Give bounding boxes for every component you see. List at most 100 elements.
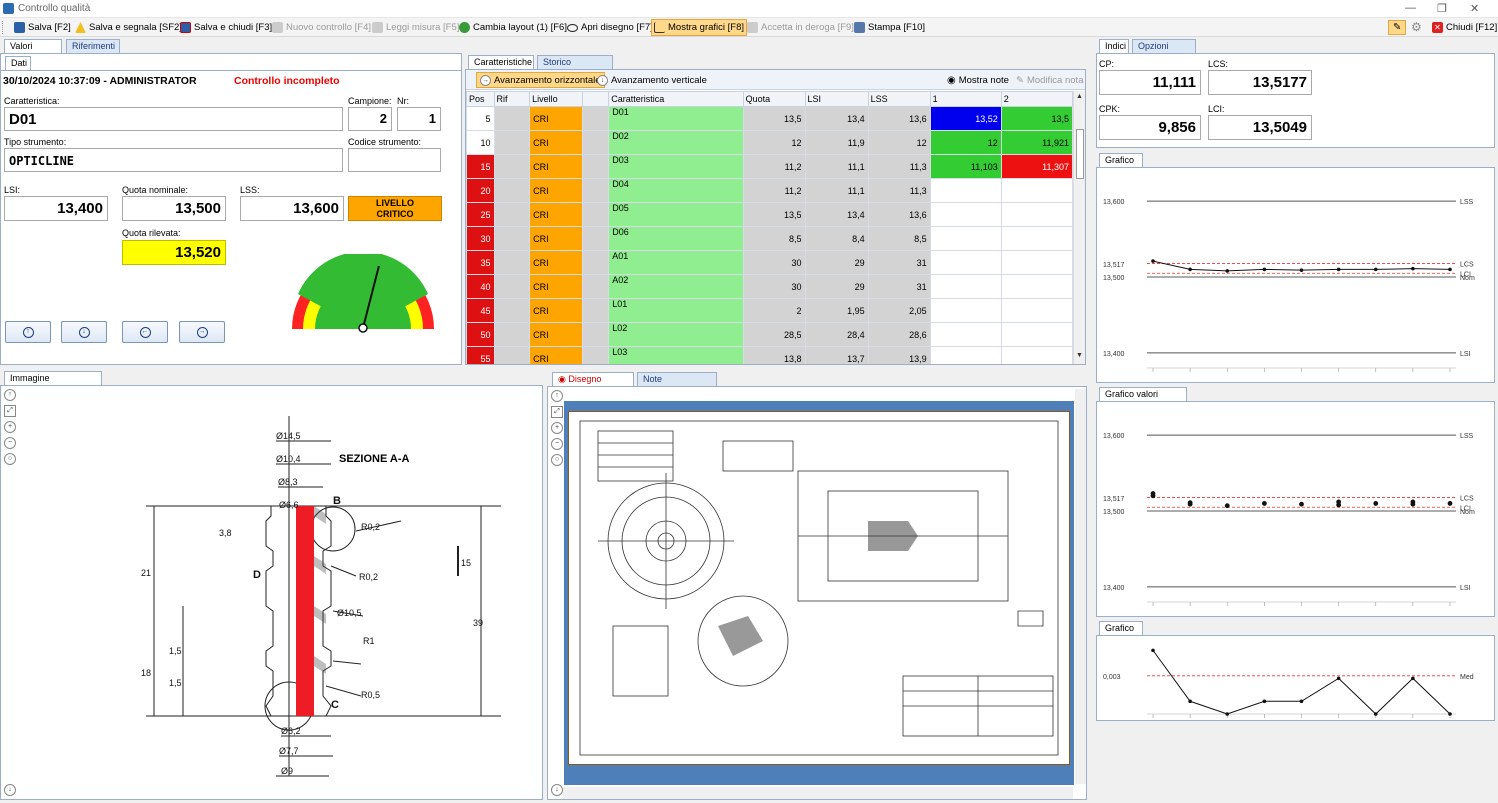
col-quota[interactable]: Quota	[742, 91, 806, 107]
drawing-hscrollbar[interactable]	[563, 787, 1073, 799]
cell-blank[interactable]	[581, 178, 610, 203]
scroll-up-tool-icon[interactable]: ↑	[551, 390, 563, 402]
table-row[interactable]: 55 CRI L03 13,8 13,7 13,9	[466, 346, 1074, 364]
cell-lss[interactable]: 2,05	[867, 298, 931, 323]
cell-quota[interactable]: 2	[742, 298, 806, 323]
cell-sample-1[interactable]: 12	[929, 130, 1002, 155]
col-lsi[interactable]: LSI	[804, 91, 869, 107]
fit-icon[interactable]: ⤢	[551, 406, 563, 418]
cell-lsi[interactable]: 8,4	[804, 226, 869, 251]
cell-caratteristica[interactable]: A01	[608, 250, 744, 275]
cell-pos[interactable]: 10	[466, 130, 495, 155]
cell-rif[interactable]	[493, 226, 531, 251]
cell-quota[interactable]: 28,5	[742, 322, 806, 347]
cell-pos[interactable]: 55	[466, 346, 495, 364]
cell-lsi[interactable]: 13,7	[804, 346, 869, 364]
cell-pos[interactable]: 35	[466, 250, 495, 275]
cell-sample-2[interactable]	[1000, 322, 1074, 347]
cell-caratteristica[interactable]: L02	[608, 322, 744, 347]
cell-rif[interactable]	[493, 106, 531, 131]
cell-lss[interactable]: 8,5	[867, 226, 931, 251]
cell-blank[interactable]	[581, 298, 610, 323]
tab-storico-rilevazioni[interactable]: Storico rilevazioni	[537, 55, 613, 80]
tab-immagine-caratteristica[interactable]: Immagine caratteristica	[4, 371, 102, 396]
col-rif[interactable]: Rif	[493, 91, 531, 107]
cell-rif[interactable]	[493, 322, 531, 347]
cell-livello[interactable]: CRI	[529, 226, 583, 251]
col-lss[interactable]: LSS	[867, 91, 931, 107]
cell-sample-2[interactable]: 13,5	[1000, 106, 1074, 131]
cell-caratteristica[interactable]: D02	[608, 130, 744, 155]
cell-lss[interactable]: 31	[867, 274, 931, 299]
cell-pos[interactable]: 30	[466, 226, 495, 251]
cell-livello[interactable]: CRI	[529, 154, 583, 179]
cell-blank[interactable]	[581, 130, 610, 155]
table-row[interactable]: 10 CRI D02 12 11,9 12 12 11,921	[466, 130, 1074, 155]
cell-sample-2[interactable]	[1000, 202, 1074, 227]
table-row[interactable]: 50 CRI L02 28,5 28,4 28,6	[466, 322, 1074, 347]
codice-strumento-field[interactable]	[348, 148, 441, 172]
cell-quota[interactable]: 13,8	[742, 346, 806, 364]
fit-icon[interactable]: ⤢	[4, 405, 16, 417]
tab-caratteristiche[interactable]: Caratteristiche	[468, 55, 534, 69]
table-row[interactable]: 15 CRI D03 11,2 11,1 11,3 11,103 11,307	[466, 154, 1074, 179]
cell-sample-1[interactable]	[929, 274, 1002, 299]
zoom-out-icon[interactable]: −	[4, 437, 16, 449]
vertical-advance-button[interactable]: ↓ Avanzamento verticale	[597, 72, 707, 88]
cell-lss[interactable]: 13,6	[867, 202, 931, 227]
cell-livello[interactable]: CRI	[529, 202, 583, 227]
cell-lsi[interactable]: 11,1	[804, 178, 869, 203]
cell-lss[interactable]: 12	[867, 130, 931, 155]
cell-caratteristica[interactable]: D01	[608, 106, 744, 131]
cell-sample-1[interactable]: 11,103	[929, 154, 1002, 179]
scroll-thumb[interactable]	[1076, 129, 1084, 179]
nav-left-button[interactable]: ←	[122, 321, 168, 343]
col-caratteristica[interactable]: Caratteristica	[608, 91, 744, 107]
table-row[interactable]: 5 CRI D01 13,5 13,4 13,6 13,52 13,5	[466, 106, 1074, 131]
cell-lss[interactable]: 11,3	[867, 154, 931, 179]
cell-quota[interactable]: 30	[742, 250, 806, 275]
minimize-icon[interactable]: —	[1405, 2, 1416, 14]
cell-quota[interactable]: 30	[742, 274, 806, 299]
tab-disegno-articolo[interactable]: ◉ Disegno articolo	[552, 372, 634, 397]
cell-lsi[interactable]: 11,1	[804, 154, 869, 179]
cell-sample-2[interactable]: 11,921	[1000, 130, 1074, 155]
zoom-out-icon[interactable]: −	[551, 438, 563, 450]
cell-sample-1[interactable]	[929, 322, 1002, 347]
table-row[interactable]: 35 CRI A01 30 29 31	[466, 250, 1074, 275]
scroll-down-tool-icon[interactable]: ↓	[551, 784, 563, 796]
cell-lsi[interactable]: 29	[804, 274, 869, 299]
table-row[interactable]: 40 CRI A02 30 29 31	[466, 274, 1074, 299]
scroll-up-icon[interactable]: ▲	[1076, 93, 1083, 100]
cell-quota[interactable]: 11,2	[742, 178, 806, 203]
cell-rif[interactable]	[493, 346, 531, 364]
cell-sample-1[interactable]	[929, 346, 1002, 364]
cell-blank[interactable]	[581, 346, 610, 364]
cell-pos[interactable]: 15	[466, 154, 495, 179]
attach-button[interactable]: ✎	[1388, 20, 1406, 35]
cell-lss[interactable]: 28,6	[867, 322, 931, 347]
cell-sample-1[interactable]	[929, 250, 1002, 275]
drawing-vscrollbar[interactable]	[1075, 389, 1086, 784]
cell-sample-1[interactable]	[929, 178, 1002, 203]
horizontal-advance-button[interactable]: → Avanzamento orizzontale	[476, 72, 605, 88]
cell-pos[interactable]: 40	[466, 274, 495, 299]
save-report-button[interactable]: Salva e segnala [SF2]	[75, 18, 182, 37]
cell-blank[interactable]	[581, 154, 610, 179]
read-measure-button[interactable]: Leggi misura [F5]	[372, 18, 459, 37]
nr-field[interactable]: 1	[397, 107, 441, 131]
open-drawing-button[interactable]: Apri disegno [F7]	[567, 18, 653, 37]
zoom-in-icon[interactable]: +	[4, 421, 16, 433]
col-pos[interactable]: Pos	[466, 91, 495, 107]
cell-sample-1[interactable]: 13,52	[929, 106, 1002, 131]
cell-caratteristica[interactable]: L03	[608, 346, 744, 364]
cell-livello[interactable]: CRI	[529, 250, 583, 275]
tab-grafico-valori[interactable]: Grafico valori rilevati	[1099, 387, 1187, 412]
zoom-in-icon[interactable]: +	[551, 422, 563, 434]
cell-lss[interactable]: 31	[867, 250, 931, 275]
cell-rif[interactable]	[493, 202, 531, 227]
cell-sample-2[interactable]	[1000, 298, 1074, 323]
col-sample-2[interactable]: 2	[1000, 91, 1074, 107]
cell-lsi[interactable]: 13,4	[804, 106, 869, 131]
cell-lsi[interactable]: 28,4	[804, 322, 869, 347]
